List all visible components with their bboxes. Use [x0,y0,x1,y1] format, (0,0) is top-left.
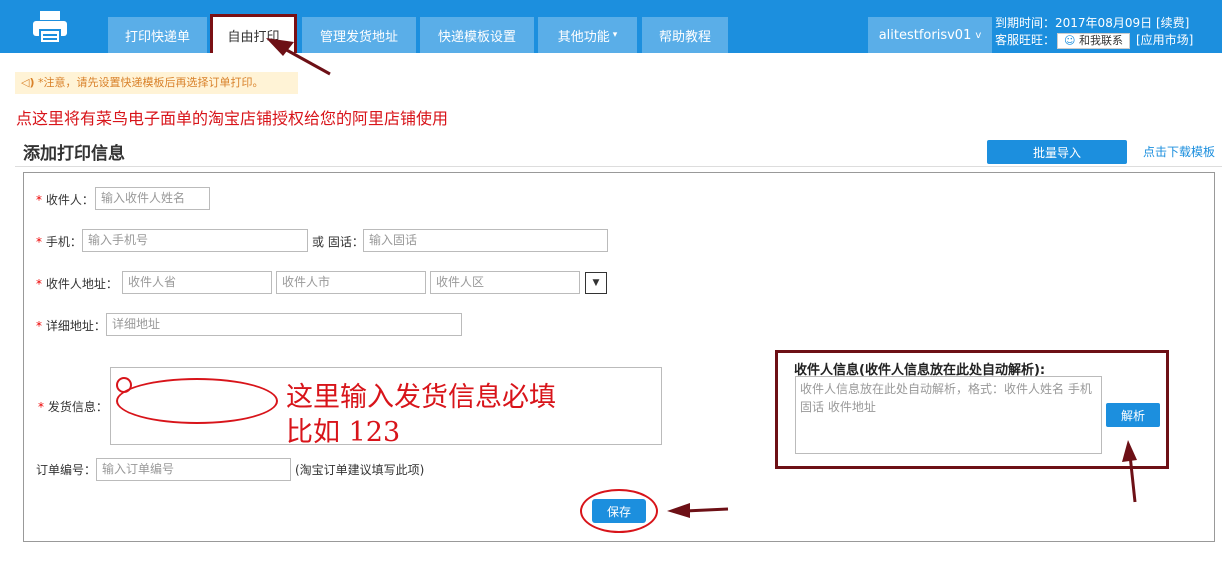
annotation-line2: 比如 123 [286,417,401,448]
printer-logo-icon[interactable] [30,9,70,45]
phone-input[interactable]: 输入固话 [363,229,608,252]
contact-us-button[interactable]: ☺ 和我联系 [1057,33,1130,49]
divider [15,166,1222,167]
address-label: * 收件人地址： [36,277,118,291]
receiver-label: * 收件人： [36,193,94,207]
district-input[interactable]: 收件人区 [430,271,580,294]
chevron-down-icon: v [975,29,982,41]
detail-address-label: * 详细地址： [36,319,106,333]
nav-free-print[interactable]: 自由打印 [210,14,297,53]
parse-button[interactable]: 解析 [1106,403,1160,427]
detail-address-input[interactable]: 详细地址 [106,313,462,336]
notice-bar: ◁) *注意，请先设置快递模板后再选择订单打印。 [15,72,298,94]
expire-date: 2017年08月09日 [1055,16,1153,30]
mobile-label: * 手机： [36,235,82,249]
save-button[interactable]: 保存 [592,499,646,523]
account-info: 到期时间：2017年08月09日 [续费] 客服旺旺： ☺ 和我联系 [应用市场] [995,15,1193,49]
notice-text: *注意，请先设置快递模板后再选择订单打印。 [38,76,264,89]
order-number-label: 订单编号： [36,463,97,477]
nav-other-functions[interactable]: 其他功能 ▾ [538,17,637,53]
wangwang-icon: ☺ [1064,34,1076,47]
nav-print-express[interactable]: 打印快递单 [108,17,207,53]
renew-link[interactable]: [续费] [1156,16,1189,30]
nav-template-settings[interactable]: 快递模板设置 [420,17,534,53]
order-number-input[interactable]: 输入订单编号 [96,458,291,481]
username: alitestforisv01 [878,27,972,43]
region-dropdown-button[interactable]: ▼ [585,272,607,294]
expire-label: 到期时间： [995,16,1056,30]
nav-manage-address[interactable]: 管理发货地址 [302,17,416,53]
chevron-down-icon: ▾ [612,30,618,40]
page-title: 添加打印信息 [23,144,125,164]
sender-highlight-ellipse [116,378,278,424]
triangle-down-icon: ▼ [592,278,600,288]
nav-other-functions-label: 其他功能 [557,29,610,45]
nav-help[interactable]: 帮助教程 [642,17,728,53]
parse-textarea[interactable]: 收件人信息放在此处自动解析，格式：收件人姓名 手机 固话 收件地址 [795,376,1102,454]
annotation-line1: 这里输入发货信息必填 [286,382,556,413]
phone-label: 或 固话： [312,235,364,249]
order-number-hint: (淘宝订单建议填写此项) [295,463,425,477]
contact-us-label: 和我联系 [1078,34,1123,47]
receiver-name-input[interactable]: 输入收件人姓名 [95,187,210,210]
authorize-link[interactable]: 点这里将有菜鸟电子面单的淘宝店铺授权给您的阿里店铺使用 [16,105,448,129]
province-input[interactable]: 收件人省 [122,271,272,294]
speaker-icon: ◁) [21,76,35,89]
app-market-link[interactable]: [应用市场] [1136,33,1193,47]
user-menu[interactable]: alitestforisv01 v [868,17,992,53]
sender-info-label: * 发货信息： [38,400,108,414]
top-bar: 打印快递单 自由打印 管理发货地址 快递模板设置 其他功能 ▾ 帮助教程 ali… [0,0,1222,55]
small-circle-mark [116,377,132,393]
mobile-input[interactable]: 输入手机号 [82,229,308,252]
download-template-link[interactable]: 点击下载模板 [1143,143,1215,160]
city-input[interactable]: 收件人市 [276,271,426,294]
service-label: 客服旺旺： [995,33,1056,47]
batch-import-button[interactable]: 批量导入 [987,140,1127,164]
